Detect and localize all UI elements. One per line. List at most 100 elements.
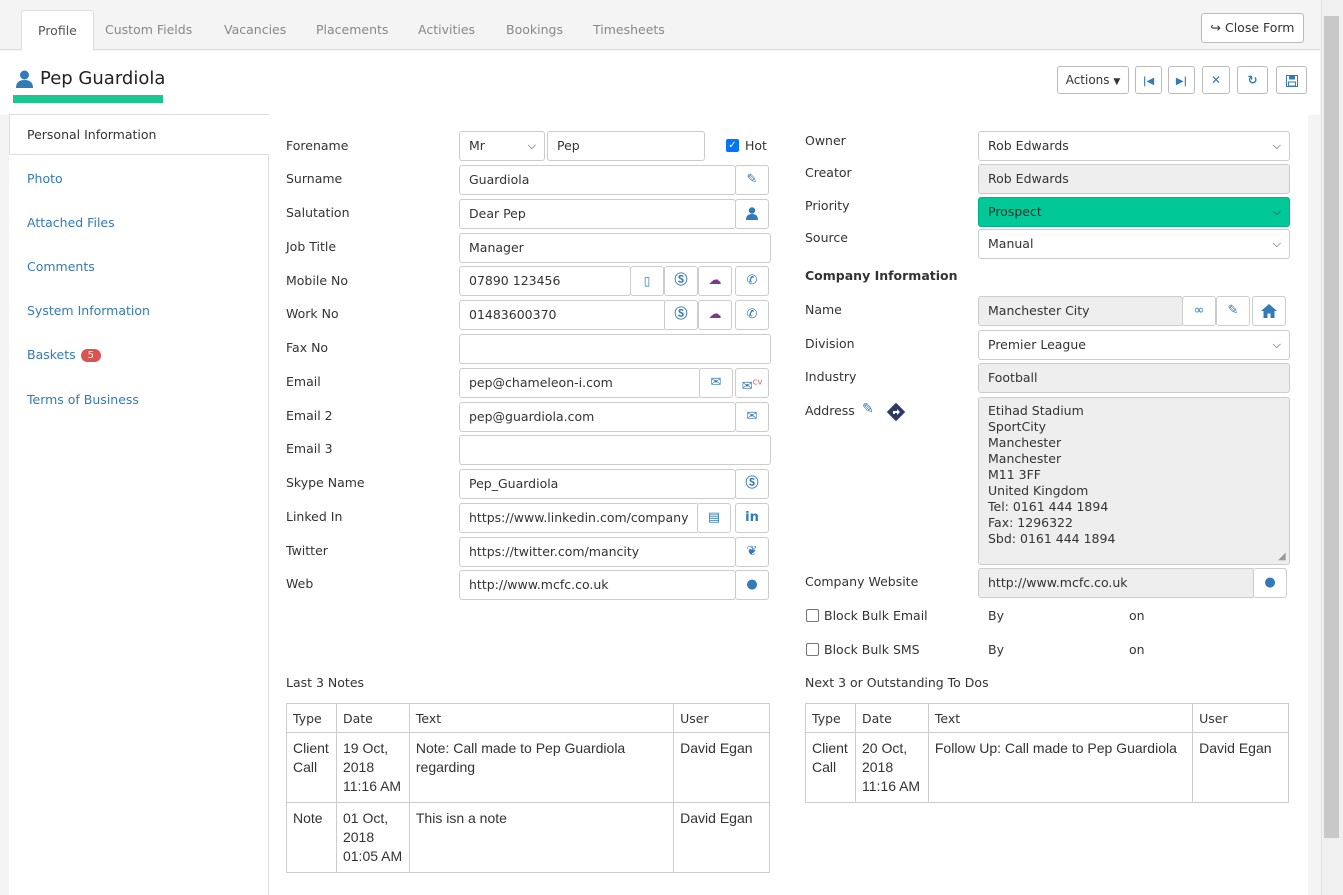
todo-date: 20 Oct, 2018 11:16 AM [854, 732, 929, 803]
tab-profile[interactable]: Profile [21, 10, 94, 51]
address-edit-icon[interactable]: ✎ [862, 401, 874, 417]
web-input[interactable]: http://www.mcfc.co.uk [459, 570, 736, 600]
creator-input: Rob Edwards [978, 164, 1290, 194]
skype-call-button[interactable]: Ⓢ [735, 469, 769, 499]
first-record-button[interactable]: |◀ [1135, 66, 1162, 94]
email2-send-button[interactable]: ✉ [735, 402, 769, 432]
company-website-open-button[interactable]: ● [1253, 568, 1287, 598]
web-open-button[interactable]: ● [735, 570, 769, 600]
forename-input[interactable]: Pep [547, 131, 705, 161]
email3-label: Email 3 [286, 441, 333, 456]
email-label: Email [286, 374, 321, 389]
sidebar-item-system-information[interactable]: System Information [27, 303, 150, 318]
scrollbar-thumb[interactable] [1324, 16, 1339, 838]
salutation-input[interactable]: Dear Pep [459, 199, 736, 229]
save-button[interactable] [1276, 66, 1307, 94]
column-header[interactable]: User [1192, 703, 1289, 733]
salutation-user-button[interactable] [735, 199, 769, 229]
mobile-input[interactable]: 07890 123456 [459, 266, 631, 296]
surname-edit-button[interactable]: ✎ [735, 165, 769, 195]
company-link-button[interactable]: ∞ [1182, 296, 1216, 326]
chevron-down-icon: ⌵ [1272, 338, 1281, 351]
phone-icon: ✆ [746, 307, 758, 322]
todos-header-row: Type Date Text User [805, 703, 1289, 733]
tab-placements[interactable]: Placements [300, 10, 404, 50]
company-name-input: Manchester City [978, 296, 1183, 326]
link-icon: ∞ [1193, 303, 1205, 318]
delete-button[interactable]: ✕ [1202, 66, 1230, 94]
work-cloud-button[interactable]: ☁ [698, 300, 732, 330]
priority-select[interactable]: Prospect ⌵ [978, 197, 1290, 227]
linkedin-open-button[interactable]: in [735, 503, 769, 533]
todos-heading: Next 3 or Outstanding To Dos [805, 675, 989, 690]
email3-input[interactable] [459, 435, 771, 465]
linkedin-input[interactable]: https://www.linkedin.com/company [459, 503, 699, 533]
email-input[interactable]: pep@chameleon-i.com [459, 368, 701, 398]
directions-icon[interactable] [886, 402, 906, 422]
hot-checkbox[interactable]: ✓ [726, 139, 739, 152]
company-edit-button[interactable]: ✎ [1216, 296, 1250, 326]
email2-input[interactable]: pep@guardiola.com [459, 402, 736, 432]
skype-label: Skype Name [286, 475, 365, 490]
sms-button[interactable]: ▯ [630, 266, 664, 296]
company-home-button[interactable] [1252, 296, 1286, 326]
close-form-button[interactable]: ↪ Close Form [1201, 13, 1304, 43]
owner-select[interactable]: Rob Edwards ⌵ [978, 131, 1290, 161]
table-row[interactable]: Client Call 19 Oct, 2018 11:16 AM Note: … [286, 732, 770, 803]
tab-bookings[interactable]: Bookings [490, 10, 579, 50]
work-skype-button[interactable]: Ⓢ [664, 300, 698, 330]
refresh-button[interactable]: ↻ [1237, 66, 1268, 94]
notes-header-row: Type Date Text User [286, 703, 770, 733]
column-header[interactable]: Type [805, 703, 856, 733]
tab-timesheets[interactable]: Timesheets [577, 10, 681, 50]
tab-vacancies[interactable]: Vacancies [208, 10, 302, 50]
work-input[interactable]: 01483600370 [459, 300, 666, 330]
sidebar-item-photo[interactable]: Photo [27, 171, 63, 186]
source-label: Source [805, 230, 848, 245]
sidebar-item-baskets[interactable]: Baskets 5 [27, 347, 102, 362]
linkedin-profile-button[interactable]: ▤ [697, 503, 731, 533]
column-header[interactable]: Text [408, 703, 675, 733]
twitter-input[interactable]: https://twitter.com/mancity [459, 537, 736, 567]
skype-input[interactable]: Pep_Guardiola [459, 469, 736, 499]
job-title-input[interactable]: Manager [459, 233, 771, 263]
source-select[interactable]: Manual ⌵ [978, 229, 1290, 259]
sidebar-item-terms-of-business[interactable]: Terms of Business [27, 392, 139, 407]
title-select[interactable]: Mr ⌵ [459, 131, 545, 161]
tab-activities[interactable]: Activities [402, 10, 491, 50]
block-bulk-email-checkbox[interactable] [806, 609, 819, 622]
surname-input[interactable]: Guardiola [459, 165, 736, 195]
twitter-open-button[interactable]: ❦ [735, 537, 769, 567]
industry-label: Industry [805, 369, 857, 384]
linkedin-label: Linked In [286, 509, 343, 524]
email-send-button[interactable]: ✉ [699, 368, 733, 398]
block-email-on-label: on [1129, 608, 1145, 623]
mobile-icon: ▯ [643, 274, 651, 288]
sidebar-item-attached-files[interactable]: Attached Files [27, 215, 115, 230]
actions-dropdown[interactable]: Actions ▼ [1057, 66, 1129, 94]
skype-icon: Ⓢ [674, 273, 688, 288]
sidebar-item-comments[interactable]: Comments [27, 259, 95, 274]
next-record-button[interactable]: ▶| [1168, 66, 1195, 94]
chevron-down-icon: ⌵ [1272, 205, 1281, 218]
mobile-skype-button[interactable]: Ⓢ [664, 266, 698, 296]
column-header[interactable]: Text [927, 703, 1194, 733]
division-select[interactable]: Premier League ⌵ [978, 330, 1290, 360]
resize-handle-icon[interactable]: ◢ [1278, 551, 1286, 562]
envelope-icon: ✉ [746, 409, 758, 424]
table-row[interactable]: Note 01 Oct, 2018 01:05 AM This isn a no… [286, 802, 770, 873]
table-row[interactable]: Client Call 20 Oct, 2018 11:16 AM Follow… [805, 732, 1289, 803]
column-header[interactable]: Date [854, 703, 929, 733]
note-text: Note: Call made to Pep Guardiola regardi… [408, 732, 675, 803]
email-cv-button[interactable]: ✉CV [735, 368, 769, 398]
fax-input[interactable] [459, 334, 771, 364]
column-header[interactable]: User [673, 703, 770, 733]
work-call-button[interactable]: ✆ [735, 300, 769, 330]
tab-custom-fields[interactable]: Custom Fields [89, 10, 208, 50]
mobile-cloud-button[interactable]: ☁ [698, 266, 732, 296]
column-header[interactable]: Date [335, 703, 410, 733]
sidebar-item-label: Personal Information [27, 127, 157, 142]
mobile-call-button[interactable]: ✆ [735, 266, 769, 296]
column-header[interactable]: Type [286, 703, 337, 733]
block-bulk-sms-checkbox[interactable] [806, 643, 819, 656]
